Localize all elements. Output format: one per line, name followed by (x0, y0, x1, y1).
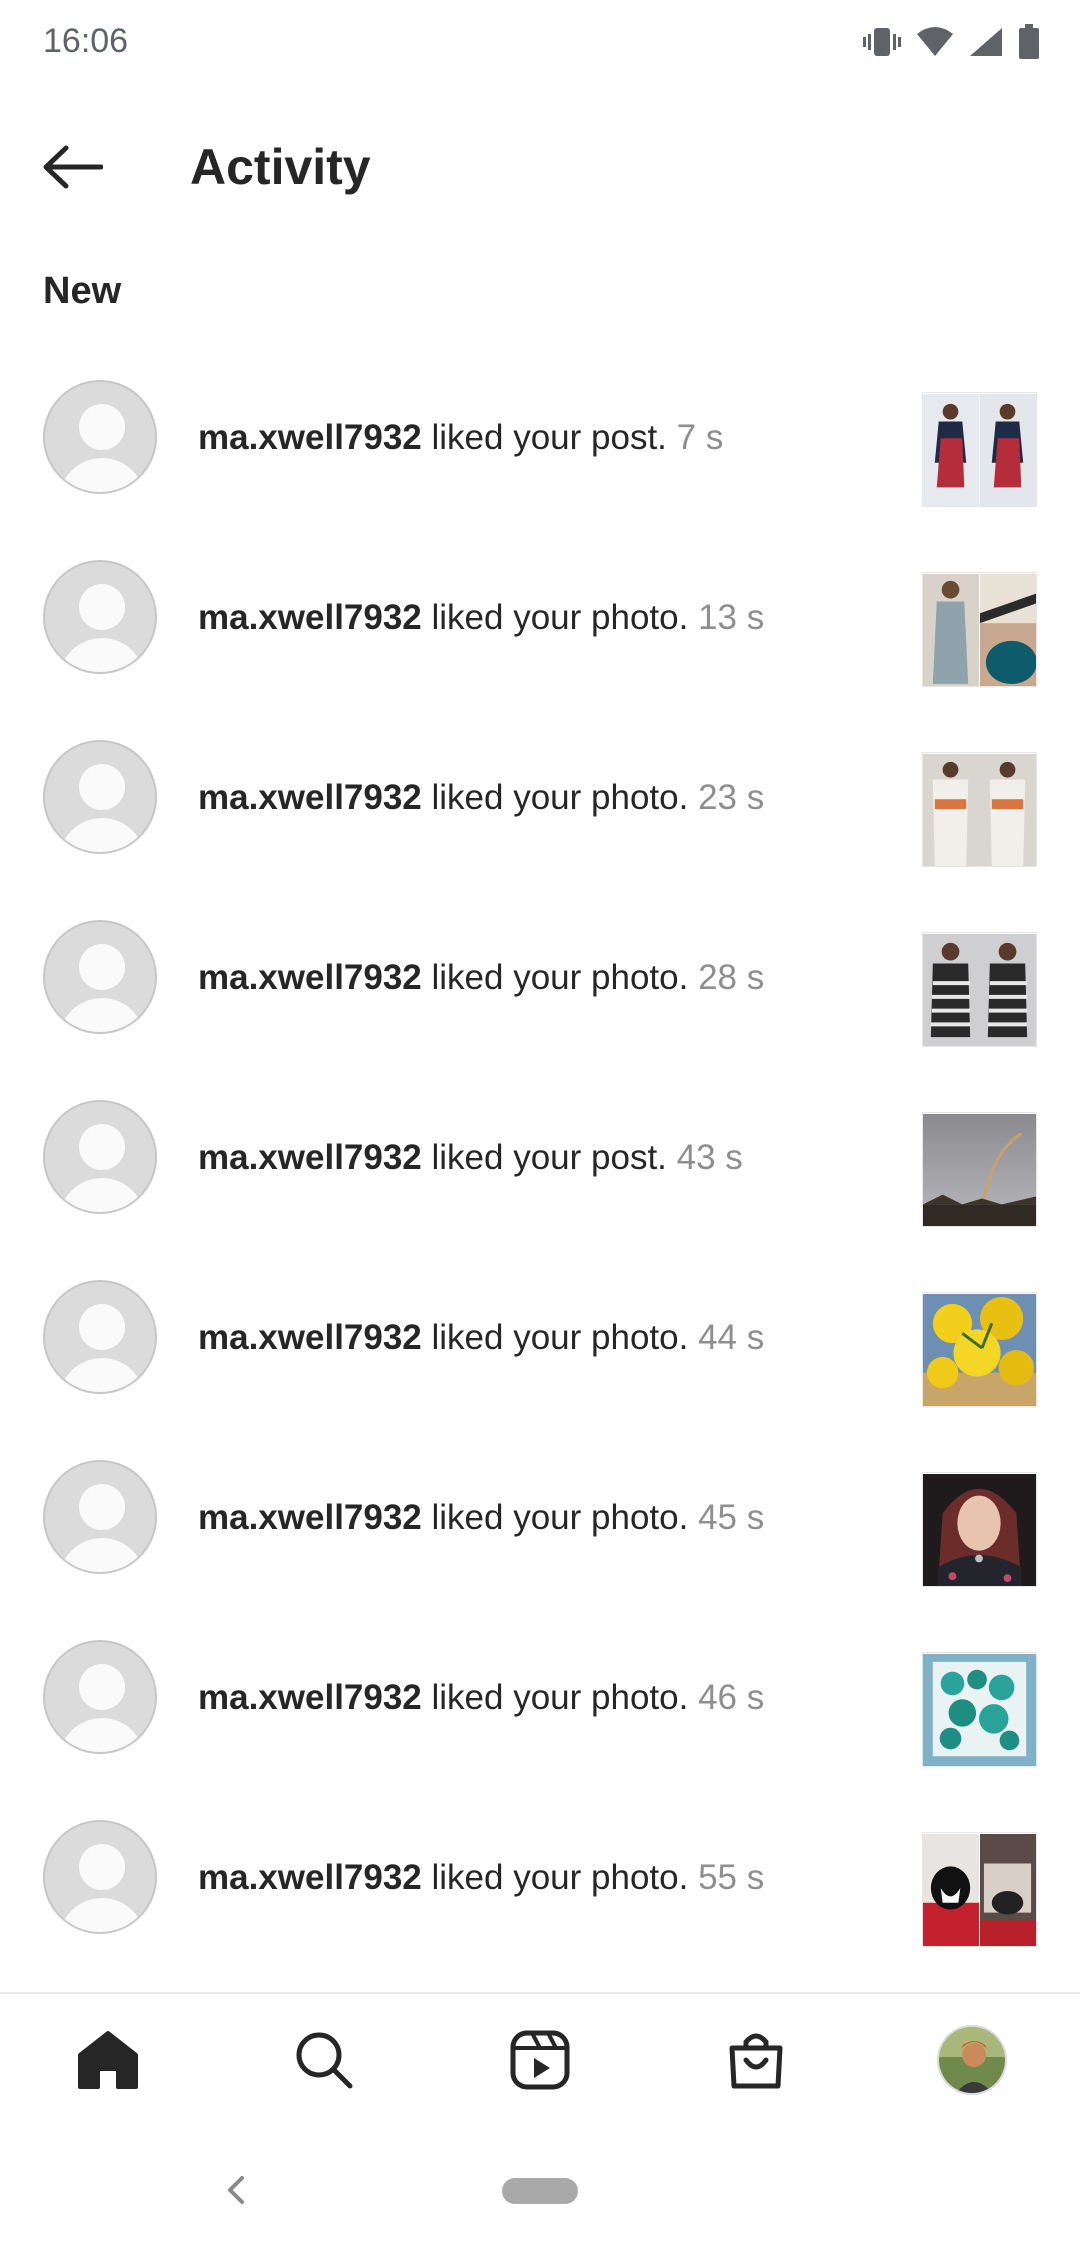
username[interactable]: ma.xwell7932 (198, 418, 422, 457)
search-icon (296, 2032, 353, 2089)
action-text: liked your photo. (421, 958, 699, 997)
action-text: liked your photo. (421, 778, 699, 817)
post-thumbnail[interactable] (922, 1472, 1037, 1587)
activity-text: ma.xwell7932 liked your post. 43 s (198, 1130, 743, 1186)
post-thumbnail[interactable] (922, 572, 1037, 687)
activity-text: ma.xwell7932 liked your photo. 23 s (198, 770, 764, 826)
nav-profile[interactable] (932, 2020, 1012, 2100)
activity-item[interactable]: ma.xwell7932 liked your photo. 55 s (0, 1810, 1080, 1990)
user-avatar[interactable] (43, 560, 157, 674)
activity-item[interactable]: ma.xwell7932 liked your photo. 13 s (0, 550, 1080, 730)
screen: 16:06 Activity New ma.xwell7932 liked yo… (0, 0, 1080, 2246)
timestamp: 43 s (676, 1138, 743, 1177)
username[interactable]: ma.xwell7932 (198, 598, 422, 637)
action-text: liked your photo. (421, 1498, 699, 1537)
activity-list: ma.xwell7932 liked your post. 7 s ma.xwe… (0, 370, 1080, 1990)
activity-item[interactable]: ma.xwell7932 liked your photo. 23 s (0, 730, 1080, 910)
post-thumbnail[interactable] (922, 392, 1037, 507)
username[interactable]: ma.xwell7932 (198, 1498, 422, 1537)
timestamp: 7 s (676, 418, 724, 457)
page-title: Activity (190, 139, 371, 195)
user-avatar[interactable] (43, 1280, 157, 1394)
activity-item[interactable]: ma.xwell7932 liked your photo. 45 s (0, 1450, 1080, 1630)
post-thumbnail[interactable] (922, 1112, 1037, 1227)
timestamp: 28 s (698, 958, 765, 997)
post-thumbnail[interactable] (922, 1292, 1037, 1407)
activity-item[interactable]: ma.xwell7932 liked your post. 43 s (0, 1090, 1080, 1270)
reels-icon (510, 2030, 570, 2090)
activity-text: ma.xwell7932 liked your photo. 55 s (198, 1850, 764, 1906)
post-thumbnail[interactable] (922, 932, 1037, 1047)
action-text: liked your post. (421, 1138, 677, 1177)
user-avatar[interactable] (43, 1640, 157, 1754)
nav-reels[interactable] (500, 2020, 580, 2100)
home-icon (78, 2031, 138, 2089)
username[interactable]: ma.xwell7932 (198, 1138, 422, 1177)
user-avatar[interactable] (43, 740, 157, 854)
username[interactable]: ma.xwell7932 (198, 1318, 422, 1357)
header: Activity (0, 110, 1080, 220)
arrow-left-icon (43, 145, 103, 189)
activity-item[interactable]: ma.xwell7932 liked your photo. 44 s (0, 1270, 1080, 1450)
activity-text: ma.xwell7932 liked your photo. 44 s (198, 1310, 764, 1366)
vibrate-icon (862, 25, 902, 59)
bottom-nav (0, 1992, 1080, 2122)
timestamp: 13 s (698, 598, 765, 637)
status-bar: 16:06 (0, 0, 1080, 86)
battery-icon (1018, 24, 1040, 60)
user-avatar[interactable] (43, 380, 157, 494)
wifi-icon (916, 26, 954, 58)
action-text: liked your photo. (421, 1858, 699, 1897)
nav-search[interactable] (284, 2020, 364, 2100)
activity-item[interactable]: ma.xwell7932 liked your photo. 28 s (0, 910, 1080, 1090)
profile-avatar (937, 2025, 1007, 2095)
activity-item[interactable]: ma.xwell7932 liked your photo. 46 s (0, 1630, 1080, 1810)
post-thumbnail[interactable] (922, 1832, 1037, 1947)
timestamp: 23 s (698, 778, 765, 817)
action-text: liked your photo. (421, 1678, 699, 1717)
user-avatar[interactable] (43, 920, 157, 1034)
activity-text: ma.xwell7932 liked your photo. 13 s (198, 590, 764, 646)
status-icons (862, 24, 1040, 60)
timestamp: 44 s (698, 1318, 765, 1357)
username[interactable]: ma.xwell7932 (198, 778, 422, 817)
nav-shop[interactable] (716, 2020, 796, 2100)
action-text: liked your photo. (421, 1318, 699, 1357)
timestamp: 45 s (698, 1498, 765, 1537)
status-time: 16:06 (43, 22, 129, 60)
post-thumbnail[interactable] (922, 1652, 1037, 1767)
system-back-button[interactable] (216, 2170, 256, 2210)
signal-icon (968, 26, 1004, 58)
activity-text: ma.xwell7932 liked your post. 7 s (198, 410, 723, 466)
username[interactable]: ma.xwell7932 (198, 958, 422, 997)
system-gesture-bar (0, 2122, 1080, 2246)
timestamp: 46 s (698, 1678, 765, 1717)
chevron-left-icon (228, 2176, 244, 2204)
nav-home[interactable] (68, 2020, 148, 2100)
post-thumbnail[interactable] (922, 752, 1037, 867)
user-avatar[interactable] (43, 1100, 157, 1214)
shop-icon (729, 2033, 783, 2089)
activity-item[interactable]: ma.xwell7932 liked your post. 7 s (0, 370, 1080, 550)
username[interactable]: ma.xwell7932 (198, 1678, 422, 1717)
home-gesture-pill[interactable] (502, 2178, 578, 2204)
username[interactable]: ma.xwell7932 (198, 1858, 422, 1897)
action-text: liked your post. (421, 418, 677, 457)
action-text: liked your photo. (421, 598, 699, 637)
back-button[interactable] (32, 132, 112, 202)
activity-text: ma.xwell7932 liked your photo. 28 s (198, 950, 764, 1006)
user-avatar[interactable] (43, 1820, 157, 1934)
activity-text: ma.xwell7932 liked your photo. 46 s (198, 1670, 764, 1726)
section-title: New (43, 270, 122, 312)
user-avatar[interactable] (43, 1460, 157, 1574)
activity-text: ma.xwell7932 liked your photo. 45 s (198, 1490, 764, 1546)
timestamp: 55 s (698, 1858, 765, 1897)
